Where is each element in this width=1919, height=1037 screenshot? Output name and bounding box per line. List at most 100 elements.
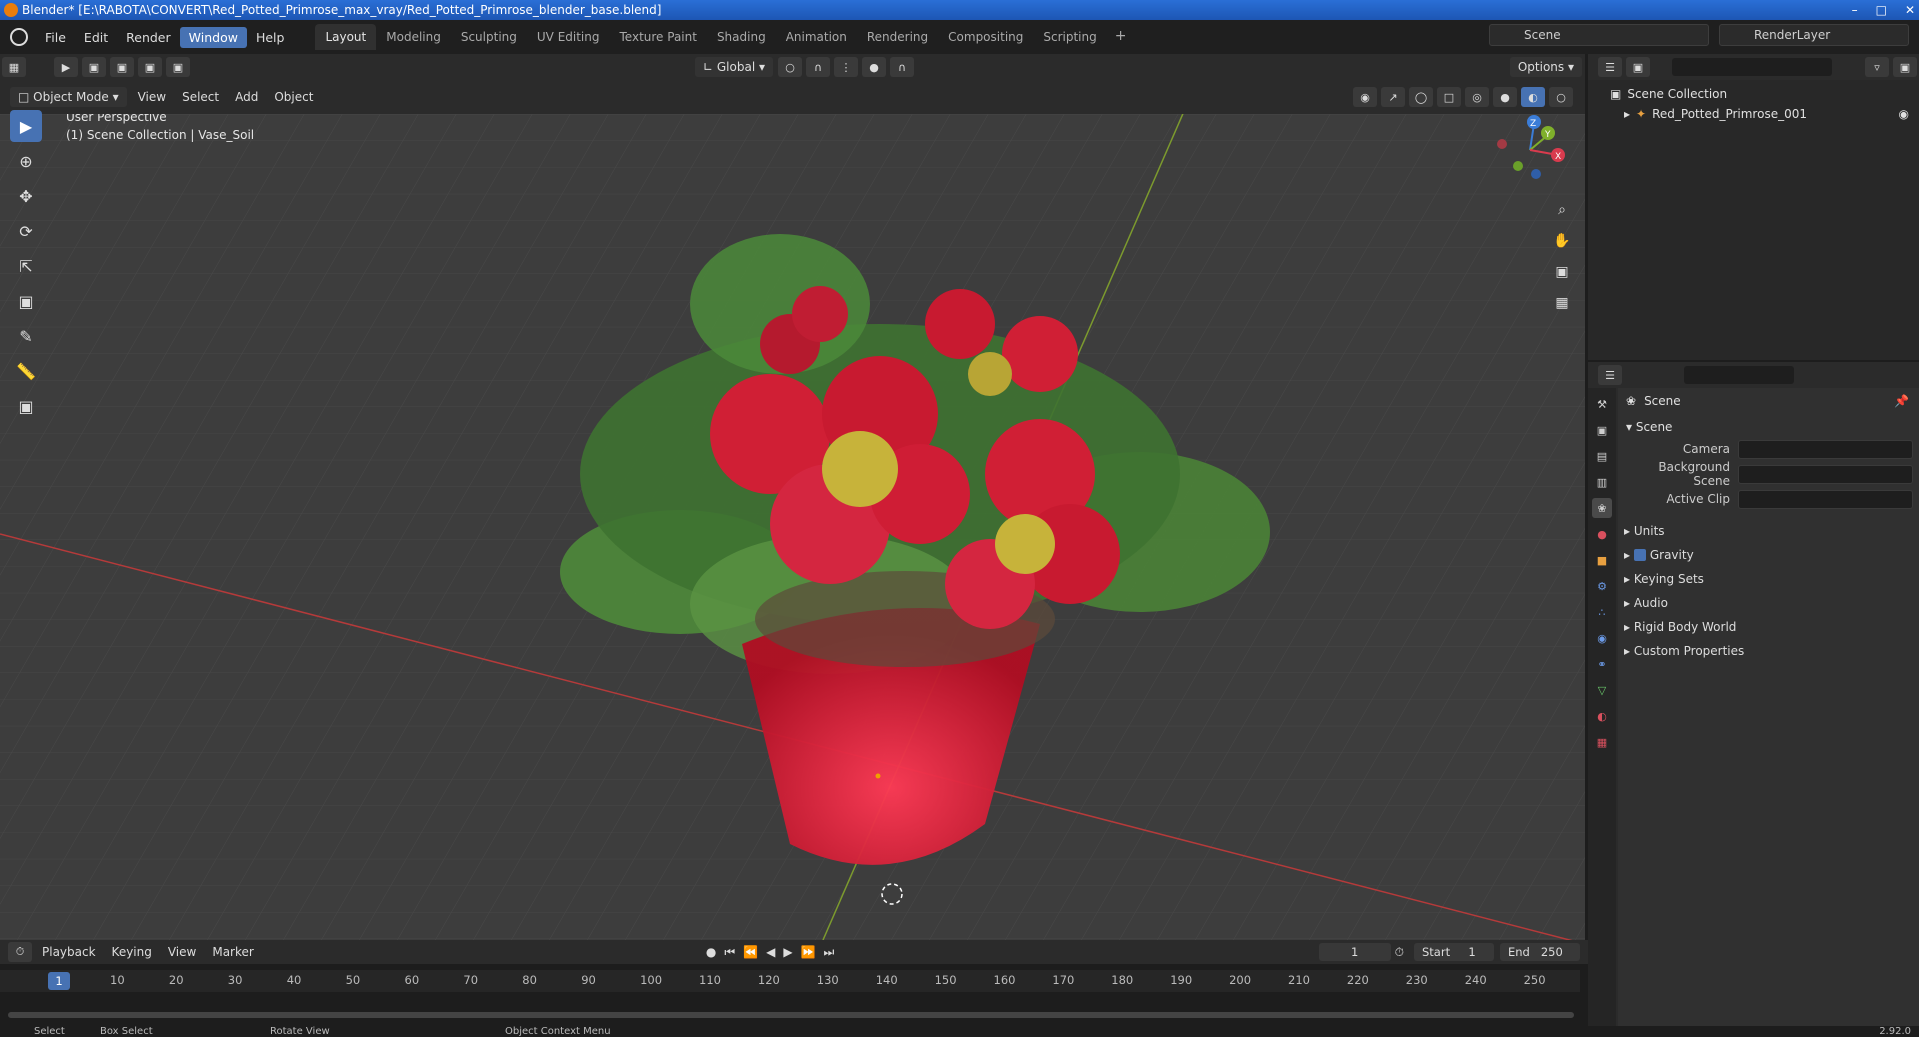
prev-keyframe-icon[interactable]: ⏪ <box>743 945 758 959</box>
overlay-toggle-icon[interactable]: ◯ <box>1409 87 1433 107</box>
measure-tool-icon[interactable]: 📏 <box>10 355 42 387</box>
timeline-editor-type-icon[interactable]: ⏱ <box>8 942 32 962</box>
new-collection-icon[interactable]: ▣ <box>1893 57 1917 77</box>
navigation-gizmo[interactable]: Z Y X <box>1490 110 1570 190</box>
snap-icon[interactable]: ∩ <box>806 57 830 77</box>
annotate-tool-icon[interactable]: ✎ <box>10 320 42 352</box>
record-icon[interactable]: ● <box>706 945 716 959</box>
texture-tab-icon[interactable]: ▦ <box>1592 732 1612 752</box>
mode-dropdown[interactable]: □ Object Mode ▾ <box>10 87 127 107</box>
tab-texture-paint[interactable]: Texture Paint <box>610 24 707 50</box>
tab-layout[interactable]: Layout <box>315 24 377 50</box>
move-tool-icon[interactable]: ✥ <box>10 180 42 212</box>
units-panel[interactable]: ▸ Units <box>1618 519 1919 543</box>
box-select-subtract-icon[interactable]: ▣ <box>138 57 162 77</box>
viewport-menu-select[interactable]: Select <box>174 90 227 104</box>
menu-window[interactable]: Window <box>179 26 247 48</box>
render-tab-icon[interactable]: ▣ <box>1592 420 1612 440</box>
tab-modeling[interactable]: Modeling <box>376 24 451 50</box>
outliner-editor-type-icon[interactable]: ☰ <box>1598 57 1622 77</box>
active-clip-input[interactable] <box>1738 489 1913 509</box>
scale-tool-icon[interactable]: ⇱ <box>10 250 42 282</box>
next-keyframe-icon[interactable]: ⏩ <box>801 945 816 959</box>
preview-range-icon[interactable]: ⏱ <box>1395 945 1404 960</box>
current-frame-field[interactable]: 1 <box>1318 943 1391 961</box>
cursor-tool-icon[interactable]: ⊕ <box>10 145 42 177</box>
custom-properties-panel[interactable]: ▸ Custom Properties <box>1618 639 1919 663</box>
gizmo-toggle-icon[interactable]: ↗ <box>1381 87 1405 107</box>
play-icon[interactable]: ▶ <box>783 945 792 959</box>
timeline-menu-marker[interactable]: Marker <box>204 945 261 959</box>
zoom-icon[interactable]: ⌕ <box>1548 196 1576 224</box>
shading-rendered-icon[interactable]: ○ <box>1549 87 1573 107</box>
viewport-menu-object[interactable]: Object <box>266 90 321 104</box>
menu-render[interactable]: Render <box>117 27 180 48</box>
jump-start-icon[interactable]: ⏮ <box>724 945 735 960</box>
rigid-body-world-panel[interactable]: ▸ Rigid Body World <box>1618 615 1919 639</box>
tab-shading[interactable]: Shading <box>707 24 776 50</box>
timeline-menu-view[interactable]: View <box>160 945 204 959</box>
filter-icon[interactable]: ▿ <box>1865 57 1889 77</box>
options-dropdown[interactable]: Options ▾ <box>1509 57 1582 77</box>
tab-compositing[interactable]: Compositing <box>938 24 1033 50</box>
shading-solid-icon[interactable]: ● <box>1493 87 1517 107</box>
tab-scripting[interactable]: Scripting <box>1033 24 1106 50</box>
maximize-button[interactable]: □ <box>1876 0 1887 20</box>
modifier-tab-icon[interactable]: ⚙ <box>1592 576 1612 596</box>
object-tab-icon[interactable]: ■ <box>1592 550 1612 570</box>
tab-animation[interactable]: Animation <box>776 24 857 50</box>
shading-wireframe-icon[interactable]: ◎ <box>1465 87 1489 107</box>
end-frame-field[interactable]: End 250 <box>1500 943 1580 961</box>
viewport-menu-view[interactable]: View <box>130 90 174 104</box>
background-scene-input[interactable] <box>1738 464 1913 484</box>
outliner-row-scene-collection[interactable]: ▣ Scene Collection <box>1588 84 1919 104</box>
properties-search-input[interactable] <box>1684 366 1794 384</box>
transform-tool-icon[interactable]: ▣ <box>10 285 42 317</box>
proportional-falloff-icon[interactable]: ∩ <box>890 57 914 77</box>
scene-tab-icon[interactable]: ❀ <box>1592 498 1612 518</box>
menu-file[interactable]: File <box>36 27 75 48</box>
blender-menu-icon[interactable] <box>10 28 28 46</box>
world-tab-icon[interactable]: ● <box>1592 524 1612 544</box>
pivot-point-icon[interactable]: ○ <box>778 57 802 77</box>
eye-visibility-icon[interactable]: ◉ <box>1899 107 1909 121</box>
start-frame-field[interactable]: Start 1 <box>1414 943 1494 961</box>
shading-material-icon[interactable]: ◐ <box>1521 87 1545 107</box>
3d-viewport[interactable]: User Perspective (1) Scene Collection | … <box>0 114 1585 940</box>
view-layer-tab-icon[interactable]: ▥ <box>1592 472 1612 492</box>
box-select-extend-icon[interactable]: ▣ <box>110 57 134 77</box>
data-tab-icon[interactable]: ▽ <box>1592 680 1612 700</box>
scene-panel-header[interactable]: ▾ Scene <box>1626 416 1919 438</box>
timeline-frame-ruler[interactable]: 1 10 20 30 40 50 60 70 80 90 100 110 120 130 140 150 16… <box>0 970 1580 992</box>
properties-editor-type-icon[interactable]: ☰ <box>1598 365 1622 385</box>
expand-chevron-icon[interactable]: ▸ <box>1624 107 1630 121</box>
gravity-checkbox[interactable] <box>1633 549 1646 561</box>
timeline-menu-playback[interactable]: Playback <box>34 945 104 959</box>
rotate-tool-icon[interactable]: ⟳ <box>10 215 42 247</box>
viewport-menu-add[interactable]: Add <box>227 90 266 104</box>
menu-help[interactable]: Help <box>247 27 294 48</box>
proportional-edit-icon[interactable]: ● <box>862 57 886 77</box>
add-cube-tool-icon[interactable]: ▣ <box>10 390 42 422</box>
jump-end-icon[interactable]: ⏭ <box>824 945 835 960</box>
pin-icon[interactable]: 📌 <box>1894 394 1909 408</box>
snap-increment-icon[interactable]: ⋮ <box>834 57 858 77</box>
select-mode-icon[interactable]: ▶ <box>54 57 78 77</box>
timeline-scrollbar[interactable] <box>8 1012 1574 1018</box>
audio-panel[interactable]: ▸ Audio <box>1618 591 1919 615</box>
camera-input[interactable] <box>1738 439 1913 459</box>
gravity-panel[interactable]: ▸ Gravity <box>1618 543 1919 567</box>
menu-edit[interactable]: Edit <box>75 27 117 48</box>
select-box-tool-icon[interactable]: ▶ <box>10 110 42 142</box>
material-tab-icon[interactable]: ◐ <box>1592 706 1612 726</box>
pan-hand-icon[interactable]: ✋ <box>1548 227 1576 255</box>
constraints-tab-icon[interactable]: ⚭ <box>1592 654 1612 674</box>
tab-sculpting[interactable]: Sculpting <box>451 24 527 50</box>
editor-type-icon[interactable]: ▦ <box>2 57 26 77</box>
transform-orientation-dropdown[interactable]: ∟ Global ▾ <box>695 57 773 77</box>
view-layer-selector[interactable]: RenderLayer <box>1719 24 1909 46</box>
outliner-row-object[interactable]: ▸ ✦ Red_Potted_Primrose_001 ◉ <box>1588 104 1919 124</box>
minimize-button[interactable]: – <box>1852 0 1858 20</box>
output-tab-icon[interactable]: ▤ <box>1592 446 1612 466</box>
particles-tab-icon[interactable]: ∴ <box>1592 602 1612 622</box>
